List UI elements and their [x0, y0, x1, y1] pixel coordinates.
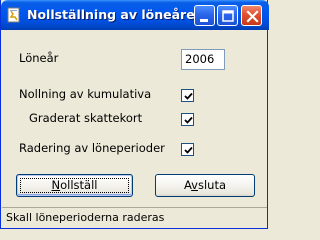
- minimize-button[interactable]: [194, 5, 215, 26]
- reset-button-label: Nollställ: [51, 178, 98, 192]
- checkmark-icon: [184, 146, 193, 154]
- checkbox-tax-card[interactable]: [181, 113, 194, 126]
- minimize-icon: [200, 19, 208, 22]
- dialog-window: Nollställning av löneåret Löneår 2006 No…: [0, 0, 269, 229]
- checkmark-icon: [184, 116, 193, 124]
- status-text: Skall löneperioderna raderas: [6, 211, 165, 224]
- option-label-tax-card: Graderat skattekort: [29, 111, 143, 125]
- quit-button[interactable]: Avsluta: [155, 174, 255, 197]
- window-title: Nollställning av löneåret: [27, 7, 201, 22]
- checkbox-cumulative[interactable]: [181, 89, 194, 102]
- checkbox-delete-periods[interactable]: [181, 143, 194, 156]
- close-button[interactable]: [241, 5, 262, 26]
- quit-button-label: Avsluta: [183, 178, 227, 192]
- option-label-delete-periods: Radering av löneperioder: [19, 141, 165, 155]
- app-icon: [7, 7, 20, 23]
- maximize-icon: [222, 10, 234, 22]
- title-bar[interactable]: Nollställning av löneåret: [1, 0, 269, 30]
- maximize-button[interactable]: [217, 5, 238, 26]
- year-input[interactable]: 2006: [181, 49, 225, 70]
- year-label: Löneår: [19, 51, 59, 65]
- checkmark-icon: [184, 92, 193, 100]
- reset-button[interactable]: Nollställ: [16, 174, 133, 197]
- status-bar: Skall löneperioderna raderas: [2, 207, 267, 228]
- close-icon: [246, 10, 259, 23]
- option-label-cumulative: Nollning av kumulativa: [19, 87, 152, 101]
